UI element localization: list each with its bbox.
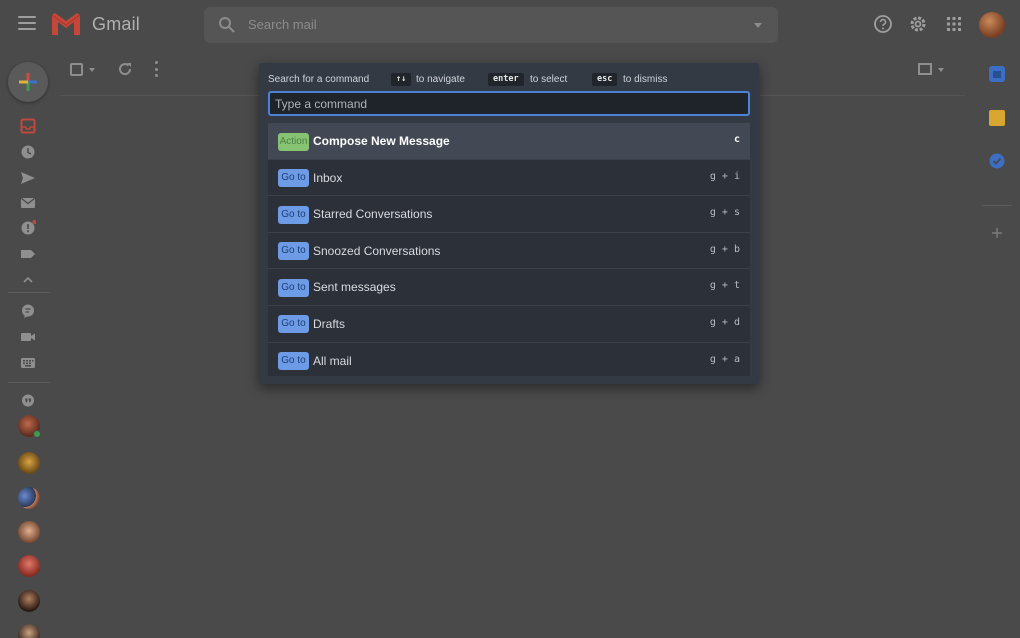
hint-select: to select [530,74,567,85]
command-shortcut: g + a [710,354,740,365]
video-icon[interactable] [20,329,36,345]
search-bar[interactable]: Search mail [204,7,778,43]
goto-badge: Go to [278,279,309,297]
compose-plus-icon [18,72,38,92]
tasks-icon[interactable] [989,153,1005,169]
goto-badge: Go to [278,315,309,333]
key-select: enter [488,73,524,86]
contact-avatar[interactable] [18,555,40,577]
contact-avatar[interactable] [18,452,40,474]
command-item-snoozed[interactable]: Go to Snoozed Conversations g + b [268,233,750,270]
command-label: Starred Conversations [313,207,432,221]
label-icon[interactable] [20,246,36,262]
clock-icon[interactable] [20,144,36,160]
palette-hints: Search for a command ↑↓ to navigate ente… [268,73,750,87]
action-badge: Action [278,133,309,151]
command-label: Drafts [313,317,345,331]
command-shortcut: c [734,134,740,145]
hint-search: Search for a command [268,74,369,85]
app-title[interactable]: Gmail [92,14,140,35]
command-palette: Search for a command ↑↓ to navigate ente… [259,63,759,384]
command-label: Inbox [313,171,342,185]
keep-icon[interactable] [989,110,1005,126]
right-rail-divider [982,205,1012,206]
contact-avatar[interactable] [18,624,40,638]
search-options-chevron-down-icon[interactable] [754,23,762,28]
command-shortcut: g + d [710,317,740,328]
goto-badge: Go to [278,206,309,224]
keyboard-icon[interactable] [20,355,36,371]
goto-badge: Go to [278,242,309,260]
command-item-all-mail[interactable]: Go to All mail g + a [268,343,750,376]
goto-badge: Go to [278,169,309,187]
command-label: Compose New Message [313,134,450,148]
online-status-badge [33,430,41,438]
contact-avatar[interactable] [18,521,40,543]
command-shortcut: g + i [710,171,740,182]
refresh-icon[interactable] [117,61,133,77]
hint-dismiss: to dismiss [623,74,667,85]
rail-divider [8,382,50,383]
hint-navigate: to navigate [416,74,465,85]
chevron-up-icon[interactable] [20,272,36,288]
hangouts-icon[interactable] [20,393,36,409]
rail-divider [8,292,50,293]
goto-badge: Go to [278,352,309,370]
command-item-inbox[interactable]: Go to Inbox g + i [268,160,750,197]
calendar-icon[interactable] [989,66,1005,82]
command-label: All mail [313,354,352,368]
top-bar: Gmail Search mail [0,0,1020,50]
command-label: Snoozed Conversations [313,244,440,258]
group-avatar[interactable] [18,487,40,509]
main-menu-icon[interactable] [18,16,36,30]
contact-avatar[interactable] [18,590,40,612]
gear-icon[interactable] [908,14,928,34]
command-shortcut: g + s [710,207,740,218]
key-navigate: ↑↓ [391,73,411,86]
split-pane-chevron-down-icon[interactable] [938,68,944,72]
send-icon[interactable] [20,170,36,186]
command-item-sent[interactable]: Go to Sent messages g + t [268,269,750,306]
command-label: Sent messages [313,280,396,294]
important-icon[interactable] [20,220,36,236]
chat-icon[interactable] [20,303,36,319]
gmail-logo-icon[interactable] [50,11,82,37]
account-avatar[interactable] [979,12,1005,38]
command-item-compose-new-message[interactable]: Action Compose New Message c [268,123,750,160]
help-icon[interactable] [873,14,893,34]
key-dismiss: esc [592,73,617,86]
plus-icon[interactable] [989,225,1005,241]
search-input[interactable]: Search mail [248,17,317,32]
command-item-starred[interactable]: Go to Starred Conversations g + s [268,196,750,233]
command-shortcut: g + b [710,244,740,255]
search-icon[interactable] [218,16,236,34]
command-shortcut: g + t [710,280,740,291]
command-input[interactable] [268,91,750,116]
select-options-chevron-down-icon[interactable] [89,68,95,72]
mail-icon[interactable] [20,195,36,211]
command-item-drafts[interactable]: Go to Drafts g + d [268,306,750,343]
more-options-icon[interactable] [154,61,158,77]
command-list: Action Compose New Message c Go to Inbox… [268,123,750,376]
select-all-checkbox[interactable] [70,63,83,76]
apps-grid-icon[interactable] [944,14,964,34]
inbox-icon[interactable] [20,118,36,134]
calendar-icon-face [993,71,1001,78]
split-pane-icon[interactable] [918,63,932,75]
compose-button[interactable] [8,62,48,102]
